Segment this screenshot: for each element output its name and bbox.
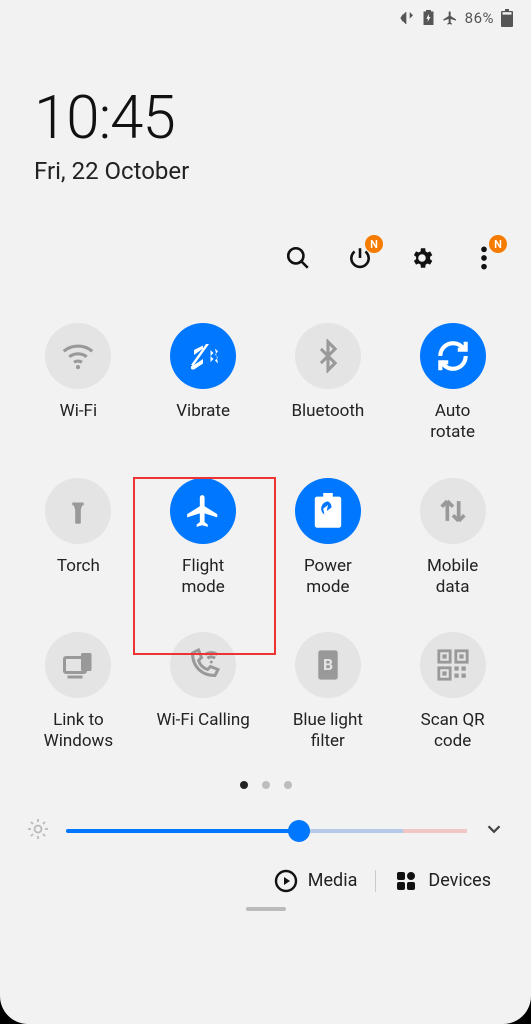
settings-button[interactable] (407, 243, 437, 273)
tile-label: Bluetooth (268, 401, 388, 422)
tile-auto-rotate[interactable]: Autorotate (390, 323, 515, 444)
brightness-icon (26, 817, 50, 845)
qr-icon (436, 648, 470, 682)
power-saving-status-icon (422, 10, 435, 26)
tile-label: Scan QRcode (393, 710, 513, 753)
tile-blue-light-filter[interactable]: B Blue lightfilter (266, 632, 391, 753)
clock-area: 10:45 Fri, 22 October (0, 32, 531, 185)
clock-time: 10:45 (34, 82, 531, 153)
tile-bluetooth[interactable]: Bluetooth (266, 323, 391, 444)
bottom-action-row: Media Devices (0, 845, 531, 893)
tile-label: Autorotate (393, 401, 513, 444)
notification-badge: N (365, 235, 383, 253)
status-bar: 86% (0, 0, 531, 32)
battery-status-icon (501, 9, 513, 27)
tile-label: Link toWindows (18, 710, 138, 753)
wifi-icon (59, 337, 97, 375)
brightness-thumb[interactable] (288, 820, 310, 842)
power-button[interactable]: N (345, 243, 375, 273)
tile-flight-mode[interactable]: Flightmode (141, 478, 266, 599)
tile-wifi[interactable]: Wi-Fi (16, 323, 141, 444)
power-mode-icon (313, 493, 343, 529)
torch-icon (61, 494, 95, 528)
quick-settings-grid: Wi-Fi Vibrate Bluetooth Autorotate Torch… (0, 273, 531, 753)
more-button[interactable]: N (469, 243, 499, 273)
devices-grid-icon (394, 869, 418, 893)
tile-label: Torch (18, 556, 138, 577)
tile-label: Flightmode (143, 556, 263, 599)
tile-label: Blue lightfilter (268, 710, 388, 753)
svg-text:B: B (323, 655, 333, 674)
play-circle-icon (274, 869, 298, 893)
blue-light-icon: B (313, 648, 343, 682)
vibrate-mute-status-icon (399, 10, 415, 26)
brightness-slider[interactable] (66, 829, 467, 833)
airplane-icon (184, 492, 222, 530)
link-windows-icon (60, 647, 96, 683)
notification-badge: N (489, 235, 507, 253)
tile-wifi-calling[interactable]: Wi-Fi Calling (141, 632, 266, 753)
mobile-data-icon (436, 494, 470, 528)
tile-label: Vibrate (143, 401, 263, 422)
media-button[interactable]: Media (274, 869, 358, 893)
brightness-row (0, 789, 531, 845)
page-dot (262, 781, 270, 789)
airplane-status-icon (442, 10, 458, 26)
drag-handle[interactable] (246, 907, 286, 911)
separator (375, 870, 376, 892)
page-indicator[interactable] (0, 781, 531, 789)
tile-label: Mobiledata (393, 556, 513, 599)
media-label: Media (308, 870, 358, 891)
wifi-calling-icon (185, 647, 221, 683)
bluetooth-icon (311, 339, 345, 373)
search-button[interactable] (283, 243, 313, 273)
brightness-expand-button[interactable] (483, 818, 505, 844)
tile-label: Wi-Fi Calling (143, 710, 263, 731)
tile-torch[interactable]: Torch (16, 478, 141, 599)
battery-percent-text: 86% (465, 9, 494, 27)
vibrate-icon (185, 338, 221, 374)
tile-link-to-windows[interactable]: Link toWindows (16, 632, 141, 753)
devices-button[interactable]: Devices (394, 869, 491, 893)
tile-label: Wi-Fi (18, 401, 138, 422)
tile-scan-qr[interactable]: Scan QRcode (390, 632, 515, 753)
page-dot (240, 781, 248, 789)
tile-mobile-data[interactable]: Mobiledata (390, 478, 515, 599)
tile-label: Powermode (268, 556, 388, 599)
auto-rotate-icon (434, 337, 472, 375)
devices-label: Devices (428, 870, 491, 891)
clock-date: Fri, 22 October (34, 157, 531, 185)
tile-vibrate[interactable]: Vibrate (141, 323, 266, 444)
tile-power-mode[interactable]: Powermode (266, 478, 391, 599)
page-dot (284, 781, 292, 789)
panel-action-row: N N (0, 185, 531, 273)
